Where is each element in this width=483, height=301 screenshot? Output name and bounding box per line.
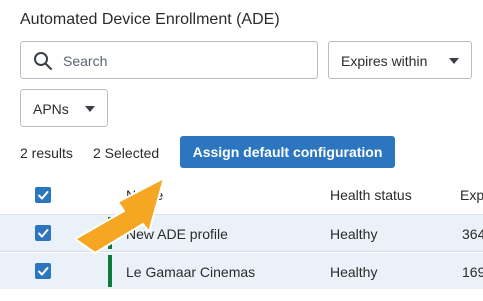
table-row[interactable]: New ADE profile Healthy 364 [0, 215, 483, 252]
table-row[interactable]: Le Gamaar Cinemas Healthy 169 [0, 253, 483, 289]
assign-default-configuration-button[interactable]: Assign default configuration [180, 136, 395, 168]
expires-within-dropdown[interactable]: Expires within [328, 41, 472, 79]
search-icon [33, 51, 53, 71]
expires-within-label: Expires within [341, 53, 428, 69]
apns-label: APNs [33, 101, 69, 117]
health-status-stripe [108, 217, 112, 249]
health-status: Healthy [330, 264, 378, 280]
checkmark-icon [38, 229, 49, 238]
row-checkbox[interactable] [35, 225, 51, 241]
column-header-expires[interactable]: Exp [460, 187, 483, 203]
search-input[interactable] [61, 43, 310, 79]
profile-name[interactable]: New ADE profile [126, 226, 228, 242]
expires-value: 169 [462, 264, 483, 280]
results-count: 2 results [20, 145, 73, 161]
table-header: Name Health status Exp [0, 176, 483, 215]
health-status: Healthy [330, 226, 378, 242]
chevron-down-icon [449, 58, 459, 64]
expires-value: 364 [462, 226, 483, 242]
apns-dropdown[interactable]: APNs [20, 89, 108, 127]
checkmark-icon [38, 267, 49, 276]
column-header-health-status[interactable]: Health status [330, 187, 412, 203]
chevron-down-icon [85, 106, 95, 112]
select-all-checkbox[interactable] [35, 187, 51, 203]
page-title: Automated Device Enrollment (ADE) [20, 11, 280, 28]
column-header-name[interactable]: Name [126, 187, 163, 203]
profiles-table: Name Health status Exp New ADE profile H… [0, 176, 483, 301]
selected-count: 2 Selected [93, 145, 160, 161]
search-box[interactable] [20, 41, 318, 79]
health-status-stripe [108, 255, 112, 287]
row-checkbox[interactable] [35, 263, 51, 279]
profile-name[interactable]: Le Gamaar Cinemas [126, 264, 255, 280]
checkmark-icon [38, 191, 49, 200]
